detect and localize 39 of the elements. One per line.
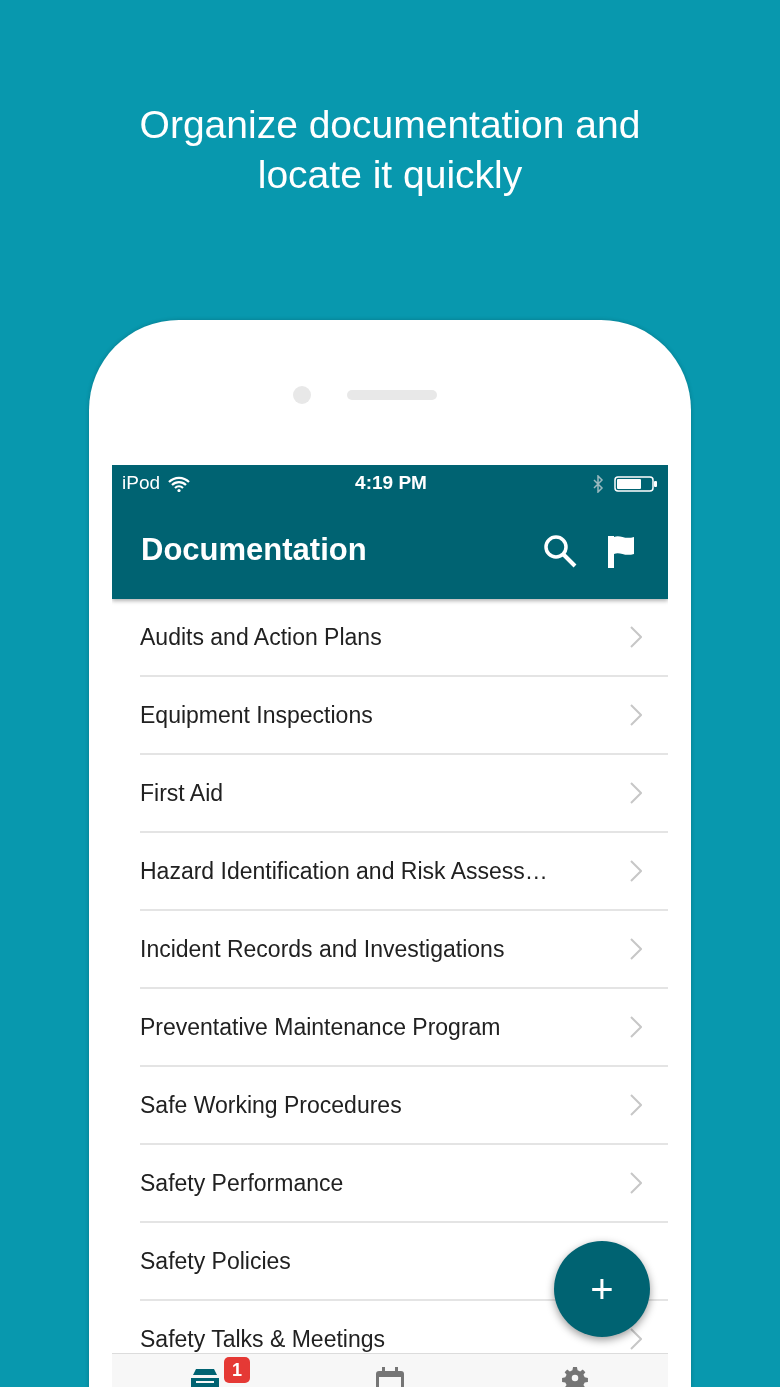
category-row[interactable]: Equipment Inspections (140, 677, 668, 755)
chevron-icon (630, 782, 642, 804)
headline: Organize documentation and locate it quickly (138, 102, 642, 198)
app-title: Documentation (141, 531, 368, 570)
chevron-icon (630, 1172, 642, 1194)
chevron-icon (630, 938, 642, 960)
category-row[interactable]: Safety Performance (140, 1145, 668, 1223)
category-label: Safety Policies (140, 1246, 292, 1276)
category-row[interactable]: First Aid (140, 755, 668, 833)
bluetooth-icon (592, 474, 604, 493)
notification-badge: 1 (224, 1357, 250, 1383)
category-row[interactable]: Safe Working Procedures (140, 1067, 668, 1145)
category-row[interactable]: Incident Records and Investigations (140, 911, 668, 989)
category-label: Audits and Action Plans (140, 622, 383, 652)
category-label: Safety Performance (140, 1168, 345, 1198)
add-button[interactable]: + (554, 1241, 650, 1337)
category-row[interactable]: Hazard Identification and Risk Assess… (140, 833, 668, 911)
chevron-icon (630, 860, 642, 882)
battery-icon (614, 474, 658, 493)
category-label: First Aid (140, 778, 225, 808)
category-label: Incident Records and Investigations (140, 934, 506, 964)
chevron-icon (630, 1094, 642, 1116)
carrier-label: iPod (122, 471, 161, 496)
chevron-icon (630, 704, 642, 726)
chevron-icon (630, 1328, 642, 1350)
category-row[interactable]: Audits and Action Plans (140, 599, 668, 677)
category-label: Safety Talks & Meetings (140, 1324, 387, 1353)
tab[interactable]: 1 (112, 1354, 298, 1387)
category-label: Equipment Inspections (140, 700, 374, 730)
chevron-icon (630, 1016, 642, 1038)
category-label: Preventative Maintenance Program (140, 1012, 502, 1042)
category-row[interactable]: Preventative Maintenance Program (140, 989, 668, 1067)
category-label: Safe Working Procedures (140, 1090, 403, 1120)
search-icon (543, 533, 577, 568)
flag-icon (606, 533, 636, 568)
status-time: 4:19 PM (355, 471, 427, 496)
chevron-icon (630, 626, 642, 648)
category-label: Hazard Identification and Risk Assess… (140, 856, 549, 886)
wifi-icon (168, 475, 191, 492)
